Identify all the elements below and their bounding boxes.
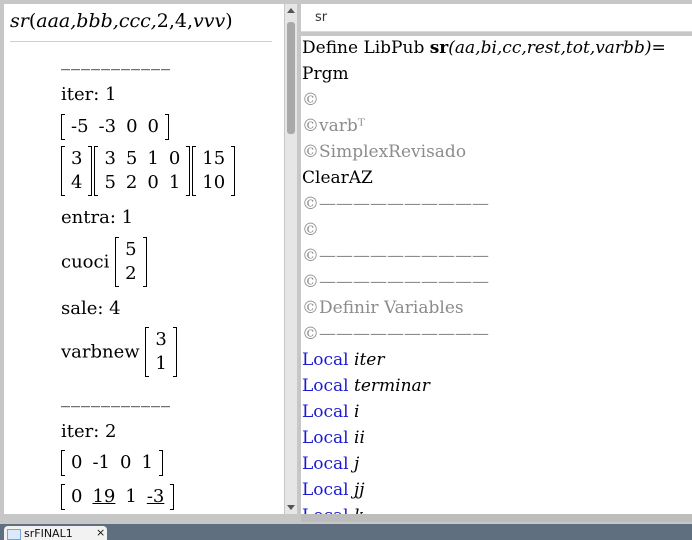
- code-line: ClearAZ: [302, 168, 373, 188]
- calculator-history-pane[interactable]: sr(aaa,bbb,ccc,2,4,vvv) ___________ iter…: [4, 4, 284, 514]
- document-tab[interactable]: srFINAL1 ×: [4, 526, 107, 540]
- varbnew-label: varbnew: [61, 341, 140, 363]
- editor-bottom-bar: [301, 514, 692, 522]
- matrix: 0 -1 0 1: [61, 450, 163, 476]
- comment-line: ©——————————: [302, 194, 489, 214]
- local-line: Local terminar: [302, 376, 430, 396]
- local-line: Local i: [302, 402, 360, 422]
- matrix-rhs: 15 10: [192, 146, 236, 196]
- comment-line: ©: [302, 220, 319, 240]
- comment-line: ©——————————: [302, 246, 489, 266]
- scroll-up-arrow-icon[interactable]: [287, 8, 295, 13]
- varbnew-row: varbnew 3 1: [61, 327, 179, 377]
- matrix: -5 -3 0 0: [61, 114, 169, 140]
- iter-label: iter: 2: [61, 421, 117, 442]
- cuoci-matrix: 5 2: [115, 237, 148, 287]
- varbnew-matrix: 3 1: [145, 327, 178, 377]
- local-line: Local iter: [302, 350, 385, 370]
- close-icon[interactable]: ×: [96, 526, 105, 539]
- comment-line: ©: [302, 90, 319, 110]
- local-line: Local jj: [302, 480, 365, 500]
- tab-label: srFINAL1: [24, 527, 73, 540]
- partial-matrix-row: 0 19 1 -3: [61, 484, 176, 510]
- command-args: aaa,bbb,ccc,: [36, 10, 157, 32]
- local-line: Local ii: [302, 428, 365, 448]
- comment-line: ©Definir Variables: [302, 298, 464, 318]
- command-nums: 2,4,: [156, 10, 194, 32]
- comment-line: ©SimplexRevisado: [302, 142, 467, 162]
- row-vector: -5 -3 0 0: [61, 114, 171, 140]
- define-line: Define LibPub sr(aa,bi,cc,rest,tot,varbb…: [302, 38, 666, 58]
- matrix-b: 3 4: [61, 146, 93, 196]
- program-search: sr: [315, 10, 328, 25]
- local-line: Local k: [302, 506, 364, 514]
- local-line: Local j: [302, 454, 360, 474]
- scroll-thumb[interactable]: [287, 22, 295, 134]
- comment-line: ©——————————: [302, 272, 489, 292]
- document-icon: [7, 529, 21, 540]
- matrix: 0 19 1 -3: [61, 484, 175, 510]
- dash-line: ___________: [61, 50, 171, 71]
- iter-label: iter: 1: [61, 84, 117, 105]
- command-fn: sr: [10, 10, 29, 32]
- row-vector: 0 -1 0 1: [61, 450, 165, 476]
- left-scrollbar[interactable]: [285, 4, 297, 514]
- command-entry[interactable]: sr(aaa,bbb,ccc,2,4,vvv): [10, 10, 233, 32]
- entra-label: entra: 1: [61, 207, 134, 228]
- comment-line: ©——————————: [302, 324, 489, 344]
- sale-label: sale: 4: [61, 298, 121, 319]
- matrix-a: 3510 5201: [94, 146, 191, 196]
- command-last: vvv: [193, 10, 226, 32]
- code-line: Prgm: [302, 64, 349, 84]
- matrix-group: 3 4 3510 5201 15 10: [61, 146, 237, 196]
- separator: [10, 41, 272, 42]
- comment-line: ©varbᵀ: [302, 116, 365, 136]
- cuoci-label: cuoci: [61, 251, 110, 273]
- dash-line: ___________: [61, 387, 171, 408]
- program-editor[interactable]: Define LibPub sr(aa,bi,cc,rest,tot,varbb…: [301, 36, 692, 514]
- program-name-bar[interactable]: sr: [301, 4, 692, 32]
- cuoci-row: cuoci 5 2: [61, 237, 149, 287]
- scroll-down-arrow-icon[interactable]: [287, 505, 295, 510]
